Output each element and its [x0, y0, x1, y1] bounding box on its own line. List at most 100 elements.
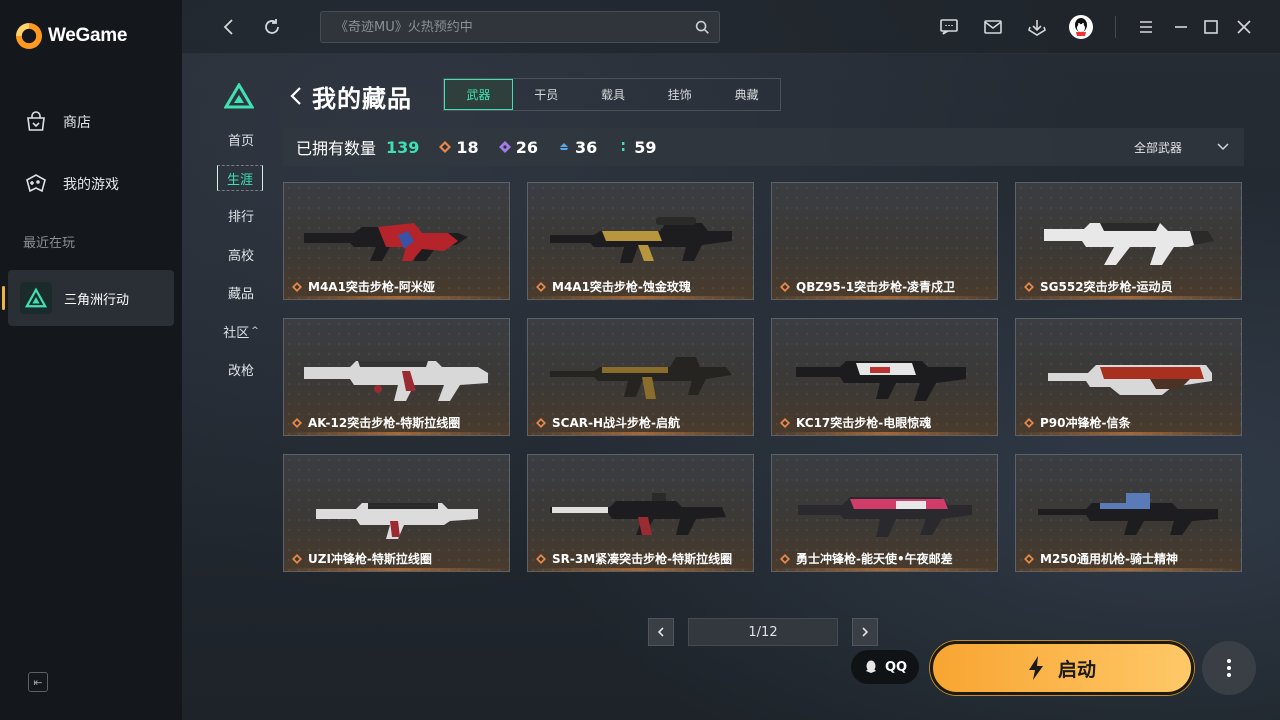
menu-button[interactable] [1132, 13, 1160, 41]
recent-game-label: 三角洲行动 [64, 292, 130, 308]
weapon-card[interactable]: KC17突击步枪-电眼惊魂 [771, 318, 998, 436]
green-rarity-icon [622, 142, 625, 151]
more-options-button[interactable] [1202, 641, 1256, 695]
back-button[interactable] [215, 13, 243, 41]
inner-nav-community[interactable]: 社区 ^ [216, 318, 266, 344]
wegame-logo[interactable]: WeGame [16, 23, 127, 49]
delta-force-logo-icon [223, 82, 255, 113]
weapon-image [550, 493, 726, 535]
refresh-icon [265, 19, 279, 34]
chevron-down-icon[interactable] [1216, 139, 1230, 158]
inner-nav-ranking[interactable]: 排行 [216, 202, 266, 228]
lightning-icon [1028, 656, 1043, 680]
inner-nav-career[interactable]: 生涯 [217, 165, 263, 191]
red-rarity-icon [292, 281, 302, 292]
weapon-card[interactable]: M4A1突击步枪-蚀金玫瑰 [527, 182, 754, 300]
weapon-name: AK-12突击步枪-特斯拉线圈 [308, 416, 461, 430]
launch-game-button[interactable]: 启动 [930, 641, 1194, 695]
weapon-name: M250通用机枪-骑士精神 [1040, 552, 1178, 566]
weapon-card[interactable]: M250通用机枪-骑士精神 [1015, 454, 1242, 572]
weapon-card[interactable]: SR-3M紧凑突击步枪-特斯拉线圈 [527, 454, 754, 572]
weapon-label: SG552突击步枪-运动员 [1024, 278, 1173, 295]
recent-game-delta-force[interactable]: 三角洲行动 [2, 270, 174, 326]
weapon-label: 勇士冲锋枪-能天使•午夜邮差 [780, 550, 953, 567]
weapon-image [796, 361, 966, 401]
red-rarity-icon [536, 281, 546, 292]
weapon-name: 勇士冲锋枪-能天使•午夜邮差 [796, 552, 953, 566]
weapon-image [1044, 223, 1214, 265]
red-rarity-icon [1024, 281, 1034, 292]
weapon-image [550, 357, 732, 399]
weapon-label: P90冲锋枪-信条 [1024, 414, 1130, 431]
weapon-card[interactable]: UZI冲锋枪-特斯拉线圈 [283, 454, 510, 572]
tab-archive[interactable]: 典藏 [713, 79, 780, 110]
weapon-card[interactable]: SCAR-H战斗步枪-启航 [527, 318, 754, 436]
weapon-card[interactable]: M4A1突击步枪-阿米娅 [283, 182, 510, 300]
weapon-image [316, 503, 478, 539]
weapon-name: M4A1突击步枪-蚀金玫瑰 [552, 280, 691, 294]
collapse-sidebar-button[interactable]: ⇤ [28, 672, 48, 692]
blue-rarity-icon [559, 143, 568, 150]
weapon-card[interactable]: P90冲锋枪-信条 [1015, 318, 1242, 436]
weapon-name: SCAR-H战斗步枪-启航 [552, 416, 680, 430]
wegame-logo-icon [16, 23, 42, 49]
inner-nav-home[interactable]: 首页 [216, 126, 266, 152]
chevron-left-icon [657, 627, 664, 637]
search-bar[interactable] [320, 11, 720, 43]
tab-vehicles[interactable]: 载具 [580, 79, 647, 110]
menu-icon [1140, 21, 1152, 33]
sidebar-item-my-games[interactable]: 我的游戏 [0, 164, 182, 204]
launch-label: 启动 [1057, 658, 1096, 681]
red-rarity-icon [439, 141, 452, 153]
weapon-label: AK-12突击步枪-特斯拉线圈 [292, 414, 460, 431]
delta-force-logo-icon [20, 282, 52, 314]
purple-tier-count: 26 [498, 138, 538, 157]
next-page-button[interactable] [852, 618, 878, 646]
weapon-card[interactable]: AK-12突击步枪-特斯拉线圈 [283, 318, 510, 436]
close-button[interactable] [1230, 13, 1258, 41]
search-icon[interactable] [693, 18, 711, 40]
page-back-button[interactable] [286, 84, 306, 108]
inner-nav-college[interactable]: 高校 [216, 241, 266, 267]
weapon-name: KC17突击步枪-电眼惊魂 [796, 416, 932, 430]
download-button[interactable] [1023, 13, 1051, 41]
top-bar [182, 0, 1280, 54]
inner-nav-label: 社区 [223, 325, 250, 341]
inner-nav-collection[interactable]: 藏品 [216, 279, 266, 305]
weapon-image [304, 361, 488, 401]
tab-weapons[interactable]: 武器 [444, 79, 513, 110]
mail-button[interactable] [979, 13, 1007, 41]
sidebar: WeGame 商店 我的游戏 最近在玩 三角洲行动 ⇤ [0, 0, 182, 720]
weapon-card[interactable]: 勇士冲锋枪-能天使•午夜邮差 [771, 454, 998, 572]
weapon-name: SG552突击步枪-运动员 [1040, 280, 1173, 294]
chat-button[interactable] [935, 13, 963, 41]
weapon-filter-dropdown[interactable]: 全部武器 [1134, 139, 1182, 156]
maximize-button[interactable] [1197, 13, 1225, 41]
search-input[interactable] [335, 19, 685, 35]
weapon-card[interactable]: QBZ95-1突击步枪-凌青戍卫 [771, 182, 998, 300]
qq-login-button[interactable]: QQ [851, 650, 919, 684]
qq-avatar[interactable] [1069, 15, 1093, 39]
qq-label: QQ [884, 659, 908, 675]
inner-nav-gunsmith[interactable]: 改枪 [216, 356, 266, 382]
weapon-image [1038, 493, 1218, 535]
tab-charms[interactable]: 挂饰 [646, 79, 713, 110]
prev-page-button[interactable] [648, 618, 674, 646]
weapon-card[interactable]: SG552突击步枪-运动员 [1015, 182, 1242, 300]
weapon-name: P90冲锋枪-信条 [1040, 416, 1131, 430]
recent-played-label: 最近在玩 [23, 236, 76, 251]
refresh-button[interactable] [258, 13, 286, 41]
red-rarity-icon [780, 417, 790, 428]
owned-count: 139 [386, 137, 420, 157]
minimize-button[interactable] [1167, 13, 1195, 41]
red-rarity-icon [1024, 553, 1034, 564]
sidebar-item-shop[interactable]: 商店 [0, 102, 182, 142]
topbar-divider [1115, 16, 1116, 38]
weapon-label: QBZ95-1突击步枪-凌青戍卫 [780, 278, 955, 295]
red-rarity-icon [1024, 417, 1034, 428]
weapon-label: SR-3M紧凑突击步枪-特斯拉线圈 [536, 550, 732, 567]
page-indicator: 1/12 [688, 618, 838, 646]
chat-icon [940, 19, 958, 35]
tab-operators[interactable]: 干员 [513, 79, 580, 110]
red-rarity-icon [780, 553, 790, 564]
